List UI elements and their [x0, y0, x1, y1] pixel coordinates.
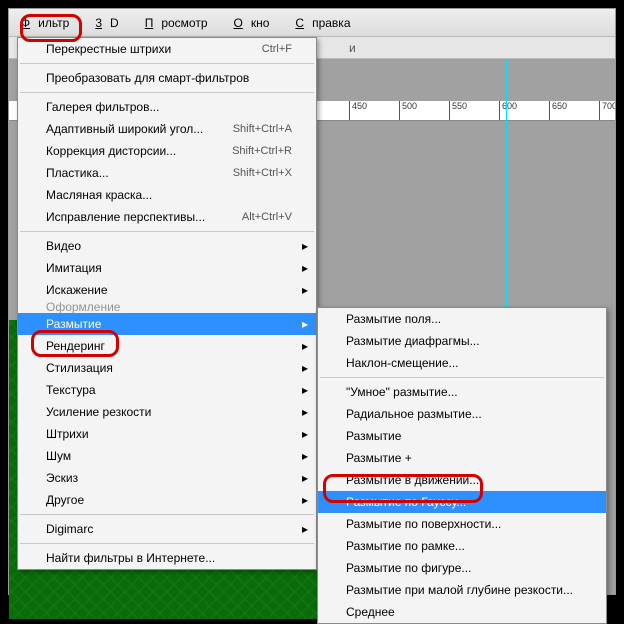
menu-item-strokes[interactable]: Штрихи▸	[18, 423, 316, 445]
menu-item-liquify[interactable]: Пластика...Shift+Ctrl+X	[18, 162, 316, 184]
ruler-tick: 450	[349, 101, 367, 121]
menu-item-adaptive-wide-angle[interactable]: Адаптивный широкий угол...Shift+Ctrl+A	[18, 118, 316, 140]
menu-item-shape-blur[interactable]: Размытие по фигуре...	[318, 557, 606, 579]
menu-item-digimarc[interactable]: Digimarc▸	[18, 518, 316, 540]
menu-item-average[interactable]: Среднее	[318, 601, 606, 623]
menu-item-motion-blur[interactable]: Размытие в движении...	[318, 469, 606, 491]
menu-item-blur[interactable]: Размытие▸	[18, 313, 316, 335]
menu-item-surface-blur[interactable]: Размытие по поверхности...	[318, 513, 606, 535]
menu-help[interactable]: Справка	[287, 13, 366, 33]
menu-item-noise[interactable]: Шум▸	[18, 445, 316, 467]
ruler-tick: 600	[499, 101, 517, 121]
menu-item-oil-paint[interactable]: Масляная краска...	[18, 184, 316, 206]
menu-view[interactable]: Просмотр	[137, 13, 224, 33]
menu-item-lens-blur[interactable]: Размытие при малой глубине резкости...	[318, 579, 606, 601]
menu-item-imitation[interactable]: Имитация▸	[18, 257, 316, 279]
ruler-tick: 650	[549, 101, 567, 121]
menubar: Фильтр 3D Просмотр Окно Справка	[9, 9, 615, 37]
menu-item-video[interactable]: Видео▸	[18, 235, 316, 257]
menu-item-vanishing-point[interactable]: Исправление перспективы...Alt+Ctrl+V	[18, 206, 316, 228]
menu-item-sharpen[interactable]: Усиление резкости▸	[18, 401, 316, 423]
menu-item-browse-filters[interactable]: Найти фильтры в Интернете...	[18, 547, 316, 569]
menu-item-blur[interactable]: Размытие	[318, 425, 606, 447]
menu-item-last-filter[interactable]: Перекрестные штрихиCtrl+F	[18, 38, 316, 60]
ruler-tick: 700	[599, 101, 615, 121]
menu-filter[interactable]: Фильтр	[13, 13, 85, 33]
menu-item-other[interactable]: Другое▸	[18, 489, 316, 511]
menu-item-render[interactable]: Рендеринг▸	[18, 335, 316, 357]
menu-item-stylize[interactable]: Стилизация▸	[18, 357, 316, 379]
menu-item-radial-blur[interactable]: Радиальное размытие...	[318, 403, 606, 425]
menu-item-smart-blur[interactable]: "Умное" размытие...	[318, 381, 606, 403]
menu-window[interactable]: Окно	[226, 13, 286, 33]
menu-item-tilt-shift[interactable]: Наклон-смещение...	[318, 352, 606, 374]
ruler-tick: 550	[449, 101, 467, 121]
menu-3d[interactable]: 3D	[87, 13, 134, 33]
menu-item-filter-gallery[interactable]: Галерея фильтров...	[18, 96, 316, 118]
menu-item-field-blur[interactable]: Размытие поля...	[318, 308, 606, 330]
menu-item-box-blur[interactable]: Размытие по рамке...	[318, 535, 606, 557]
menu-item-lens-correction[interactable]: Коррекция дисторсии...Shift+Ctrl+R	[18, 140, 316, 162]
menu-item-convert-smart[interactable]: Преобразовать для смарт-фильтров	[18, 67, 316, 89]
menu-item-gaussian-blur[interactable]: Размытие по Гауссу...	[318, 491, 606, 513]
menu-item-blur-more[interactable]: Размытие +	[318, 447, 606, 469]
menu-item-sketch[interactable]: Эскиз▸	[18, 467, 316, 489]
ruler-tick: 500	[399, 101, 417, 121]
menu-item-iris-blur[interactable]: Размытие диафрагмы...	[318, 330, 606, 352]
blur-submenu: Размытие поля... Размытие диафрагмы... Н…	[317, 307, 607, 624]
menu-item-truncated[interactable]: Оформление	[18, 301, 316, 313]
menu-item-texture[interactable]: Текстура▸	[18, 379, 316, 401]
menu-item-distort[interactable]: Искажение▸	[18, 279, 316, 301]
filter-menu: Перекрестные штрихиCtrl+F Преобразовать …	[17, 37, 317, 570]
